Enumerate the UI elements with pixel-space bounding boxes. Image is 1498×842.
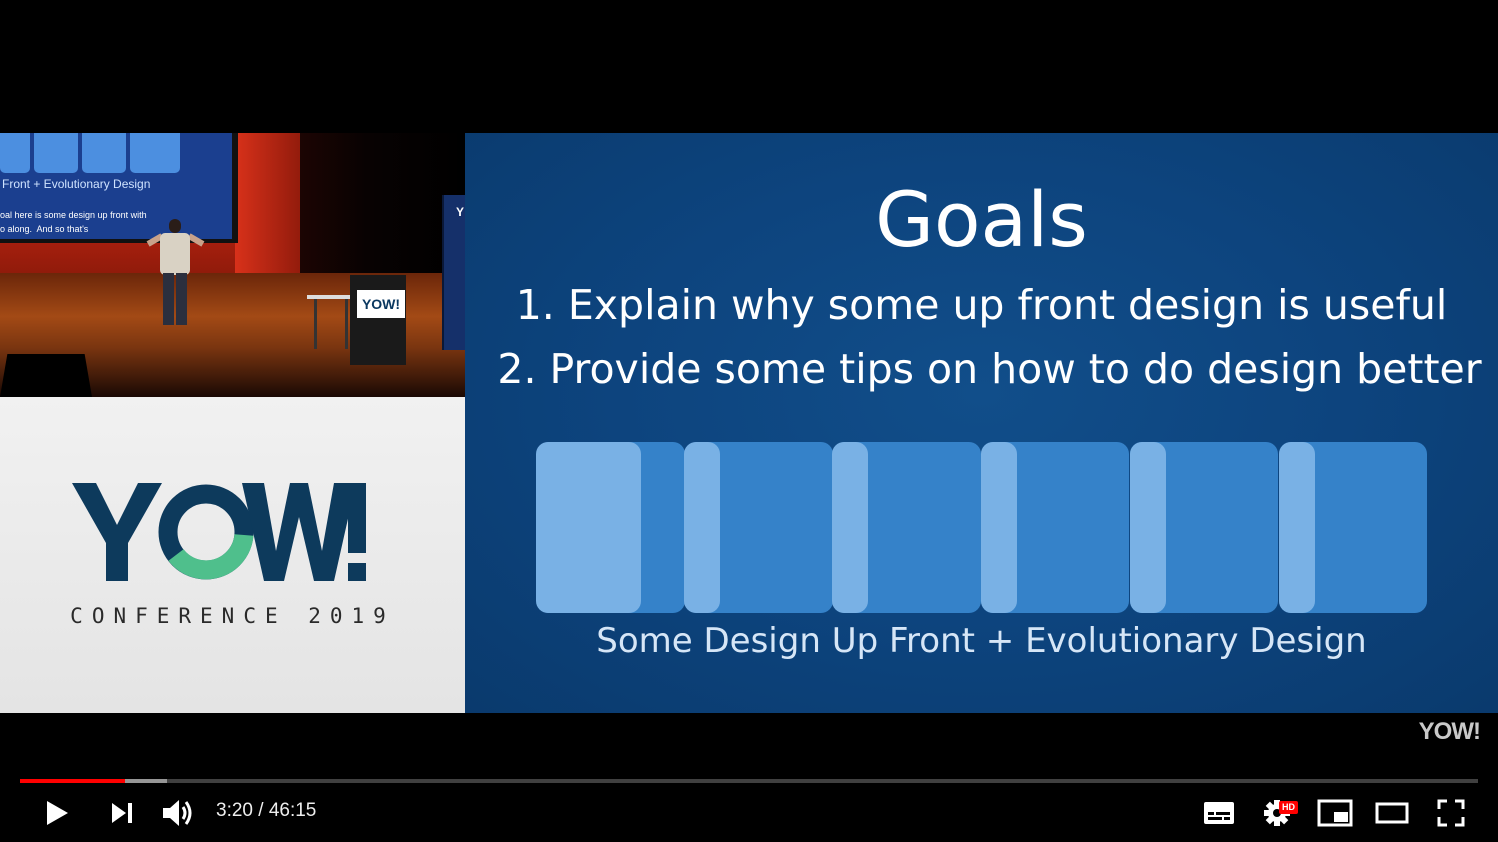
stage-camera-feed: Front + Evolutionary Design oal here is … xyxy=(0,133,465,397)
time-display: 3:20 / 46:15 xyxy=(216,800,317,821)
video-player[interactable]: Front + Evolutionary Design oal here is … xyxy=(0,0,1498,842)
theater-icon xyxy=(1375,802,1409,824)
slide-bar-highlight xyxy=(1130,442,1166,613)
stage-banner-text: Y xyxy=(456,205,465,219)
subtitles-icon xyxy=(1204,802,1234,824)
slide-goal-1: 1. Explain why some up front design is u… xyxy=(515,281,1448,329)
stage-banner: Y xyxy=(442,195,465,350)
theater-mode-button[interactable] xyxy=(1372,792,1412,834)
speaker-head xyxy=(169,219,181,233)
projection-caption: Front + Evolutionary Design xyxy=(2,177,151,191)
podium-sign: YOW! xyxy=(357,290,405,318)
projection-bars xyxy=(0,133,185,173)
progress-bar[interactable] xyxy=(20,779,1478,783)
yow-logo xyxy=(72,483,366,581)
next-icon xyxy=(112,803,132,823)
speaker-legs xyxy=(163,273,187,325)
miniplayer-button[interactable] xyxy=(1316,792,1354,834)
speaker-body xyxy=(160,233,190,275)
next-button[interactable] xyxy=(104,792,140,834)
volume-button[interactable] xyxy=(158,792,198,834)
play-button[interactable] xyxy=(38,792,76,834)
stage-table-leg xyxy=(314,299,317,349)
slide-title: Goals xyxy=(875,175,1088,264)
podium xyxy=(350,275,406,365)
miniplayer-icon xyxy=(1317,799,1353,827)
slide-caption: Some Design Up Front + Evolutionary Desi… xyxy=(596,621,1367,661)
volume-icon xyxy=(163,800,192,826)
slide-bar-highlight xyxy=(536,442,641,613)
yow-watermark: YOW! xyxy=(1418,718,1481,745)
presentation-slide: Goals 1. Explain why some up front desig… xyxy=(465,133,1498,713)
fullscreen-icon xyxy=(1437,799,1465,827)
slide-bar-highlight xyxy=(1279,442,1315,613)
fullscreen-button[interactable] xyxy=(1432,792,1470,834)
conference-title: CONFERENCE 2019 xyxy=(70,604,395,628)
progress-played xyxy=(20,779,125,783)
slide-bar-highlight xyxy=(981,442,1017,613)
video-frame[interactable]: Front + Evolutionary Design oal here is … xyxy=(0,133,1498,713)
stage-table-leg xyxy=(345,299,348,349)
stage-monitor xyxy=(0,354,92,397)
slide-bar-highlight xyxy=(832,442,868,613)
projection-screen: Front + Evolutionary Design oal here is … xyxy=(0,133,238,243)
conference-logo-panel: CONFERENCE 2019 xyxy=(0,397,465,713)
stage-curtain xyxy=(235,133,305,283)
subtitles-button[interactable] xyxy=(1200,792,1238,834)
hd-badge: HD xyxy=(1279,801,1298,814)
projection-subtitle: oal here is some design up front with o … xyxy=(0,210,147,234)
slide-goal-2: 2. Provide some tips on how to do design… xyxy=(497,345,1482,393)
play-icon xyxy=(47,801,68,825)
slide-bar-highlight xyxy=(684,442,720,613)
